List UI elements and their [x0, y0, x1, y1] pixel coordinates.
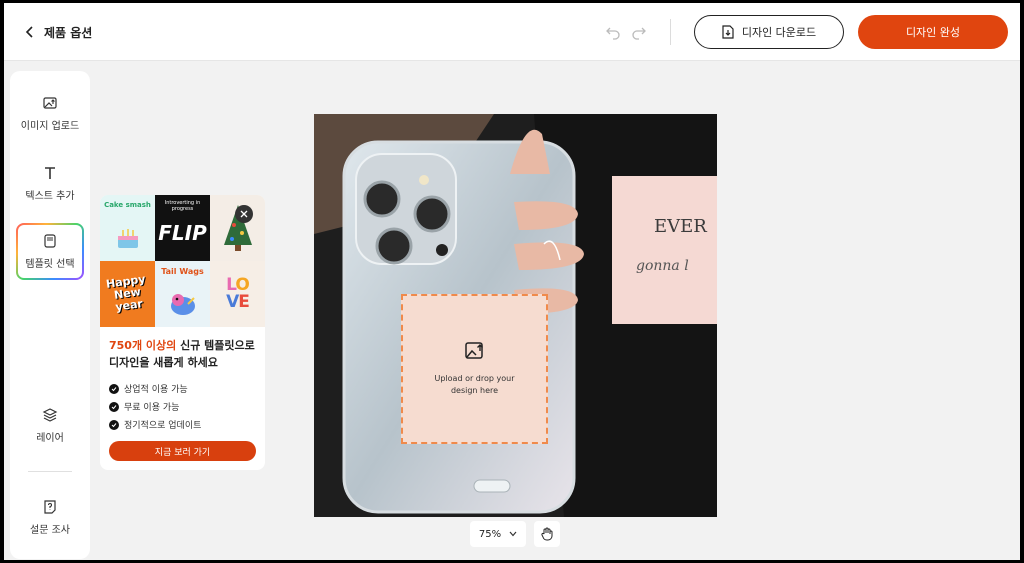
zoom-select[interactable]: 75% — [470, 521, 526, 547]
check-icon — [109, 401, 119, 412]
top-bar: 제품 옵션 디자인 다운로드 디자인 완성 — [4, 3, 1020, 61]
promo-feature: 무료 이용 가능 — [109, 400, 179, 413]
promo-feature-label: 상업적 이용 가능 — [124, 385, 188, 395]
sidebar-item-add-text[interactable]: 텍스트 추가 — [16, 165, 84, 202]
template-thumbnail-text: Tail Wags — [161, 267, 204, 276]
sidebar-divider — [28, 471, 72, 472]
image-upload-icon — [43, 97, 57, 109]
finish-design-button[interactable]: 디자인 완성 — [858, 15, 1008, 49]
hand-icon — [541, 527, 553, 541]
sidebar-item-image-upload[interactable]: 이미지 업로드 — [16, 95, 84, 132]
text-icon — [45, 167, 55, 179]
template-thumbnail[interactable] — [210, 195, 265, 261]
template-thumbnail-text: LO VE — [226, 275, 250, 312]
sidebar-item-template[interactable]: 템플릿 선택 — [16, 223, 84, 280]
template-icon — [44, 234, 56, 248]
template-thumbnail[interactable]: Introverting in progress FLIP — [155, 195, 210, 261]
promo-title-rest: 신규 템플릿으로 — [176, 339, 255, 352]
image-upload-icon — [464, 342, 483, 359]
sidebar-item-label: 텍스트 추가 — [25, 191, 75, 202]
template-promo-popup: Cake smash Introverting in progress FLIP… — [100, 195, 265, 470]
template-thumbnail-text: Introverting in progress — [164, 200, 201, 212]
template-thumbnail[interactable]: Cake smash — [100, 195, 155, 261]
promo-feature: 상업적 이용 가능 — [109, 382, 188, 395]
sidebar-item-label: 템플릿 선택 — [25, 259, 75, 270]
download-design-label: 디자인 다운로드 — [741, 26, 817, 39]
tool-sidebar: 이미지 업로드 텍스트 추가 템플릿 선택 레이어 설문 조사 — [10, 71, 90, 559]
template-thumbnail[interactable]: LO VE — [210, 261, 265, 327]
cake-icon — [117, 229, 138, 248]
upload-drop-zone[interactable]: Upload or drop your design here — [401, 294, 548, 444]
design-canvas[interactable]: EVER gonna l Upload or drop your design … — [314, 114, 717, 517]
zoom-level: 75% — [478, 528, 502, 540]
layers-icon — [42, 408, 58, 422]
dog-icon — [170, 294, 195, 315]
sidebar-item-survey[interactable]: 설문 조사 — [16, 499, 84, 536]
survey-icon — [44, 500, 56, 514]
back-button[interactable]: 제품 옵션 — [24, 21, 94, 43]
template-thumbnail-text: Cake smash — [104, 201, 151, 209]
promo-feature-label: 무료 이용 가능 — [124, 403, 180, 413]
divider — [670, 19, 671, 45]
back-label: 제품 옵션 — [44, 25, 93, 40]
app-frame: 제품 옵션 디자인 다운로드 디자인 완성 이미지 업로드 텍스트 추가 템플릿… — [4, 3, 1020, 560]
card-text-1: EVER — [654, 216, 707, 237]
template-thumbnail[interactable]: Tail Wags — [155, 261, 210, 327]
sidebar-item-label: 이미지 업로드 — [20, 121, 80, 132]
close-promo-button[interactable] — [235, 205, 253, 223]
undo-icon[interactable] — [604, 23, 622, 41]
chevron-down-icon — [509, 531, 517, 537]
pan-tool-button[interactable] — [534, 521, 560, 547]
sidebar-item-layers[interactable]: 레이어 — [16, 407, 84, 444]
view-templates-button[interactable]: 지금 보러 가기 — [109, 441, 256, 461]
promo-title: 750개 이상의 신규 템플릿으로 디자인을 새롭게 하세요 — [109, 337, 259, 371]
template-thumbnail-text: Happy New year — [105, 272, 147, 314]
promo-title-highlight: 750개 이상의 — [109, 339, 177, 352]
close-icon — [240, 210, 248, 218]
template-thumbnail[interactable]: Happy New year — [100, 261, 155, 327]
chevron-left-icon — [25, 26, 33, 38]
promo-feature: 정기적으로 업데이트 — [109, 418, 201, 431]
download-design-button[interactable]: 디자인 다운로드 — [694, 15, 844, 49]
promo-title-line2: 디자인을 새롭게 하세요 — [109, 356, 218, 369]
sidebar-item-label: 설문 조사 — [30, 525, 70, 536]
template-thumbnail-text: FLIP — [158, 221, 207, 245]
sidebar-item-label: 레이어 — [36, 433, 64, 444]
promo-feature-label: 정기적으로 업데이트 — [124, 421, 202, 431]
check-icon — [109, 419, 119, 430]
card-text-2: gonna l — [636, 258, 689, 274]
download-file-icon — [722, 25, 734, 39]
check-icon — [109, 383, 119, 394]
redo-icon[interactable] — [630, 23, 648, 41]
upload-instruction: Upload or drop your design here — [434, 374, 515, 395]
